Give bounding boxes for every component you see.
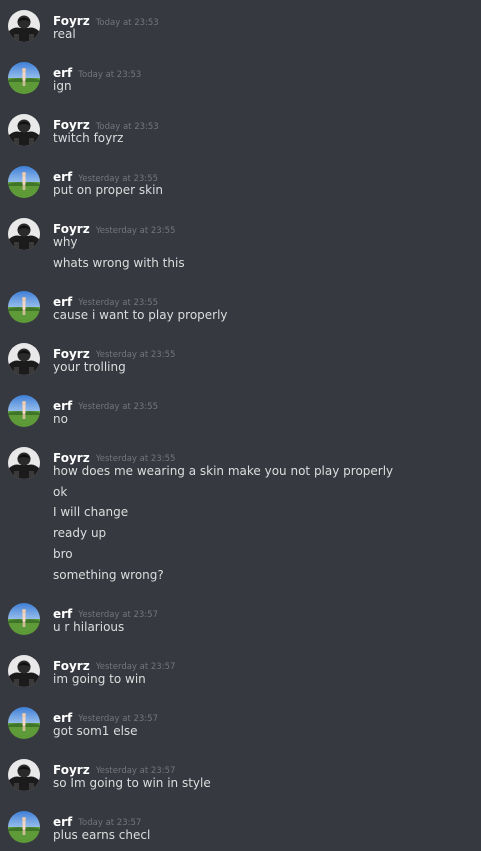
avatar[interactable] bbox=[8, 114, 40, 146]
message-content: u r hilarious bbox=[53, 617, 473, 638]
message-text: something wrong? bbox=[53, 567, 164, 582]
message-text: I will change bbox=[53, 505, 129, 520]
avatar[interactable] bbox=[8, 602, 40, 635]
avatar[interactable] bbox=[8, 290, 40, 323]
avatar[interactable] bbox=[8, 758, 40, 791]
avatar[interactable] bbox=[8, 62, 40, 94]
avatar[interactable] bbox=[8, 394, 40, 427]
avatar[interactable] bbox=[8, 166, 40, 198]
message-text: so Im going to win in style bbox=[53, 775, 211, 790]
message-content: how does me wearing a skin make you not … bbox=[53, 461, 473, 586]
message-text: your trolling bbox=[53, 359, 126, 374]
message-text: ign bbox=[53, 79, 72, 93]
message-content: ign bbox=[53, 76, 473, 97]
message-text: bro bbox=[53, 546, 73, 561]
avatar[interactable] bbox=[8, 218, 40, 250]
chat-messages: Foyrz Today at 23:53 real erf Today at 23:5… bbox=[0, 0, 481, 851]
message-content: twitch foyrz bbox=[53, 128, 473, 149]
message-text: real bbox=[53, 27, 76, 41]
avatar[interactable] bbox=[8, 10, 40, 42]
message-text: plus earns checl bbox=[53, 827, 151, 842]
message-text: twitch foyrz bbox=[53, 131, 124, 145]
message-text: cause i want to play properly bbox=[53, 307, 228, 322]
message-content: plus earns checl bbox=[53, 825, 473, 846]
message-text: u r hilarious bbox=[53, 619, 125, 634]
message-content: got som1 else bbox=[53, 721, 473, 742]
message-text: ok bbox=[53, 484, 68, 499]
avatar[interactable] bbox=[8, 446, 40, 479]
message-text: no bbox=[53, 411, 68, 426]
message-content: real bbox=[53, 24, 473, 45]
avatar[interactable] bbox=[8, 654, 40, 687]
message-content: no bbox=[53, 409, 473, 430]
avatar[interactable] bbox=[8, 706, 40, 739]
message-content: your trolling bbox=[53, 357, 473, 378]
avatar[interactable] bbox=[8, 342, 40, 375]
message-text: why bbox=[53, 235, 78, 249]
message-text: whats wrong with this bbox=[53, 255, 185, 270]
message-content: put on proper skin bbox=[53, 180, 473, 201]
message-content: why whats wrong with this bbox=[53, 232, 473, 274]
message-text: put on proper skin bbox=[53, 183, 164, 197]
avatar[interactable] bbox=[8, 810, 40, 843]
message-content: im going to win bbox=[53, 669, 473, 690]
message-content: cause i want to play properly bbox=[53, 305, 473, 326]
message-text: how does me wearing a skin make you not … bbox=[53, 463, 394, 478]
message-content: so Im going to win in style bbox=[53, 773, 473, 794]
message-text: got som1 else bbox=[53, 723, 138, 738]
message-text: ready up bbox=[53, 526, 107, 541]
message-text: im going to win bbox=[53, 671, 146, 686]
